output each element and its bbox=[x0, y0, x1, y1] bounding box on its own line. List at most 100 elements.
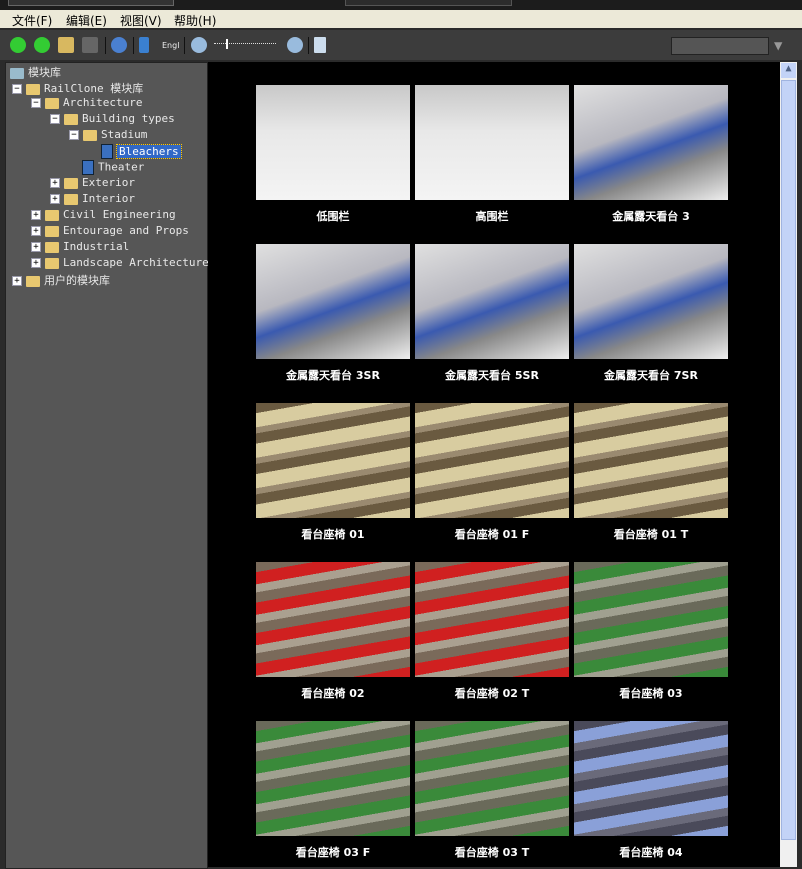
thumbnail-item[interactable]: 看台座椅 03 F bbox=[256, 721, 410, 860]
thumbnail-image[interactable] bbox=[415, 721, 569, 836]
tree-node-label[interactable]: Landscape Architecture bbox=[63, 256, 209, 269]
expand-icon[interactable]: + bbox=[31, 242, 41, 252]
thumbnail-item[interactable]: 金属露天看台 7SR bbox=[574, 244, 728, 383]
thumbnail-item[interactable]: 高围栏 bbox=[415, 85, 569, 224]
thumbnail-item[interactable]: 看台座椅 01 bbox=[256, 403, 410, 542]
thumbnail-image[interactable] bbox=[415, 562, 569, 677]
tree-node[interactable]: − Architecture bbox=[31, 96, 142, 111]
folder-icon bbox=[45, 97, 59, 109]
thumbnail-item[interactable]: 低围栏 bbox=[256, 85, 410, 224]
tree-node-label[interactable]: Civil Engineering bbox=[63, 208, 176, 221]
thumbnail-item[interactable]: 看台座椅 02 bbox=[256, 562, 410, 701]
tree-node-label[interactable]: Entourage and Props bbox=[63, 224, 189, 237]
collapse-icon[interactable]: − bbox=[31, 98, 41, 108]
thumbnail-item[interactable]: 看台座椅 04 bbox=[574, 721, 728, 860]
thumbnail-image[interactable] bbox=[574, 244, 728, 359]
thumbnail-image[interactable] bbox=[256, 403, 410, 518]
thumbnail-image[interactable] bbox=[415, 403, 569, 518]
expand-icon[interactable]: + bbox=[31, 258, 41, 268]
filter-input[interactable] bbox=[671, 37, 769, 55]
expand-icon[interactable]: + bbox=[31, 210, 41, 220]
tree-node[interactable]: + Landscape Architecture bbox=[31, 256, 209, 271]
tree-node-label[interactable]: Industrial bbox=[63, 240, 129, 253]
folder-icon bbox=[26, 83, 40, 95]
tree-node-label[interactable]: Building types bbox=[82, 112, 175, 125]
scrollbar[interactable]: ▲ bbox=[780, 62, 797, 867]
expand-icon[interactable]: + bbox=[50, 178, 60, 188]
expand-icon[interactable]: + bbox=[31, 226, 41, 236]
menu-view[interactable]: 视图(V) bbox=[120, 12, 162, 29]
thumbnail-image[interactable] bbox=[256, 562, 410, 677]
tree-node-label[interactable]: Theater bbox=[98, 161, 144, 174]
menu-bar: 文件(F) 编辑(E) 视图(V) 帮助(H) bbox=[0, 10, 802, 28]
tree-node[interactable]: Theater bbox=[82, 160, 144, 175]
thumbnail-label: 金属露天看台 3SR bbox=[286, 369, 380, 382]
tree-node-label[interactable]: 用户的模块库 bbox=[44, 274, 110, 287]
refresh-icon[interactable] bbox=[111, 37, 127, 53]
zoom-slider[interactable] bbox=[214, 39, 276, 49]
forward-icon[interactable] bbox=[34, 37, 50, 53]
back-icon[interactable] bbox=[10, 37, 26, 53]
thumbnail-image[interactable] bbox=[574, 85, 728, 200]
thumbnail-image[interactable] bbox=[574, 562, 728, 677]
language-label[interactable]: Engl bbox=[162, 41, 179, 50]
tree-node[interactable]: + Interior bbox=[50, 192, 135, 207]
tree-node-label[interactable]: Exterior bbox=[82, 176, 135, 189]
thumbnail-label: 看台座椅 02 bbox=[301, 687, 365, 700]
tree-node[interactable]: − Stadium bbox=[69, 128, 147, 143]
thumbnail-image[interactable] bbox=[256, 85, 410, 200]
collapse-icon[interactable]: − bbox=[12, 84, 22, 94]
tree-node[interactable]: + 用户的模块库 bbox=[12, 272, 110, 287]
expand-icon[interactable]: + bbox=[12, 276, 22, 286]
thumbnail-item[interactable]: 看台座椅 01 F bbox=[415, 403, 569, 542]
thumbnail-item[interactable]: 看台座椅 03 T bbox=[415, 721, 569, 860]
book-icon bbox=[101, 144, 113, 159]
thumbnail-item[interactable]: 看台座椅 01 T bbox=[574, 403, 728, 542]
tree-node[interactable]: 模块库 bbox=[10, 64, 61, 79]
thumbnail-label: 看台座椅 01 bbox=[301, 528, 365, 541]
thumbnail-image[interactable] bbox=[415, 85, 569, 200]
tree-node-label[interactable]: Bleachers bbox=[116, 143, 182, 159]
save-icon[interactable] bbox=[82, 37, 98, 53]
zoom-in-icon[interactable] bbox=[287, 37, 303, 53]
menu-help[interactable]: 帮助(H) bbox=[174, 12, 216, 29]
thumbnail-item[interactable]: 看台座椅 03 bbox=[574, 562, 728, 701]
checklist-icon[interactable] bbox=[314, 37, 326, 53]
collapse-icon[interactable]: − bbox=[69, 130, 79, 140]
tree-node[interactable]: − Building types bbox=[50, 112, 175, 127]
tree-node[interactable]: − RailClone 模块库 bbox=[12, 80, 143, 95]
tree-node-label[interactable]: Interior bbox=[82, 192, 135, 205]
tree-node-label[interactable]: 模块库 bbox=[28, 66, 61, 79]
thumbnail-image[interactable] bbox=[256, 721, 410, 836]
open-folder-icon[interactable] bbox=[58, 37, 74, 53]
tree-node-label[interactable]: Stadium bbox=[101, 128, 147, 141]
thumbnail-item[interactable]: 看台座椅 02 T bbox=[415, 562, 569, 701]
zoom-out-icon[interactable] bbox=[191, 37, 207, 53]
tree-node-label[interactable]: Architecture bbox=[63, 96, 142, 109]
tree-node[interactable]: + Industrial bbox=[31, 240, 129, 255]
folder-icon bbox=[83, 129, 97, 141]
thumbnail-label: 看台座椅 03 T bbox=[454, 846, 530, 859]
scroll-up-icon[interactable]: ▲ bbox=[781, 63, 796, 78]
thumbnail-image[interactable] bbox=[415, 244, 569, 359]
collapse-icon[interactable]: − bbox=[50, 114, 60, 124]
thumbnail-label: 金属露天看台 3 bbox=[612, 210, 690, 223]
thumbnail-image[interactable] bbox=[574, 403, 728, 518]
filter-icon[interactable]: ▼ bbox=[774, 38, 782, 54]
tree-node[interactable]: + Civil Engineering bbox=[31, 208, 176, 223]
sort-icon[interactable] bbox=[139, 37, 149, 53]
thumbnail-item[interactable]: 金属露天看台 3SR bbox=[256, 244, 410, 383]
tree-node-label[interactable]: RailClone 模块库 bbox=[44, 82, 143, 95]
tree-node[interactable]: + Exterior bbox=[50, 176, 135, 191]
thumbnail-label: 看台座椅 01 T bbox=[613, 528, 689, 541]
thumbnail-image[interactable] bbox=[574, 721, 728, 836]
expand-icon[interactable]: + bbox=[50, 194, 60, 204]
thumbnail-image[interactable] bbox=[256, 244, 410, 359]
menu-edit[interactable]: 编辑(E) bbox=[66, 12, 107, 29]
thumbnail-item[interactable]: 金属露天看台 3 bbox=[574, 85, 728, 224]
tree-node[interactable]: + Entourage and Props bbox=[31, 224, 189, 239]
tree-node[interactable]: Bleachers bbox=[101, 143, 182, 159]
menu-file[interactable]: 文件(F) bbox=[12, 12, 52, 29]
thumbnail-item[interactable]: 金属露天看台 5SR bbox=[415, 244, 569, 383]
scroll-thumb[interactable] bbox=[781, 80, 796, 840]
